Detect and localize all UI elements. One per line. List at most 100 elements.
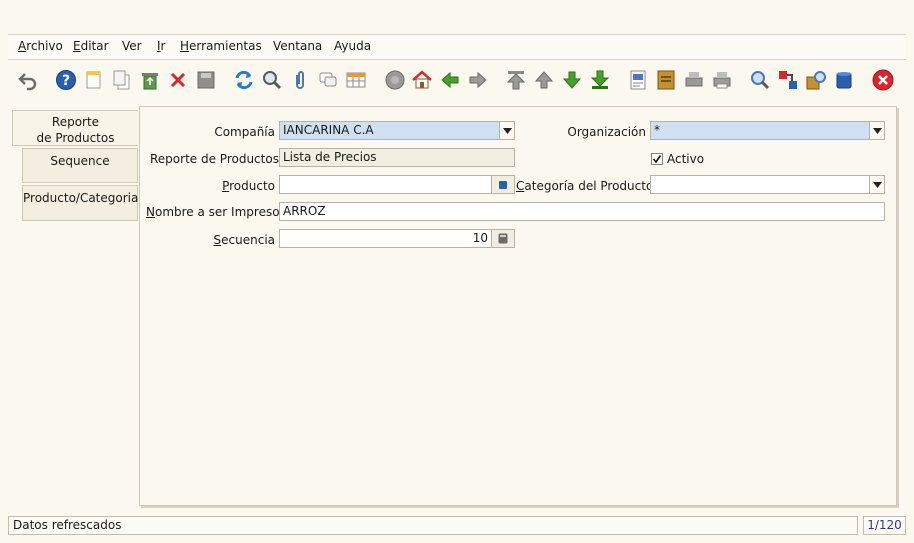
next-record-button[interactable] [560, 67, 584, 93]
organization-label: Organización [567, 125, 646, 139]
delete-x-icon [170, 72, 186, 88]
arrow-first-icon [506, 71, 526, 90]
category-dropdown-button[interactable] [869, 176, 884, 193]
refresh-button[interactable] [232, 67, 256, 93]
zoom-across-button[interactable] [748, 67, 772, 93]
tab-label: Producto/Categoria [23, 191, 139, 205]
category-label: Categoría del Producto [516, 179, 654, 193]
request-button[interactable] [776, 67, 800, 93]
home-button[interactable] [410, 67, 434, 93]
menu-ventana[interactable]: Ventana [273, 39, 322, 53]
end-button[interactable] [832, 67, 856, 93]
arrow-right-icon [469, 71, 487, 89]
history-icon [385, 70, 405, 90]
close-window-button[interactable] [871, 67, 895, 93]
detail-record-button[interactable] [466, 67, 490, 93]
calculator-button[interactable] [491, 230, 514, 247]
search-icon [263, 71, 282, 90]
arrow-down-icon [562, 71, 582, 89]
delete-button[interactable] [138, 67, 162, 93]
previous-record-button[interactable] [532, 67, 556, 93]
tab-label: de Productos [36, 131, 115, 145]
active-label: Activo [667, 152, 705, 166]
chevron-down-icon [872, 127, 882, 134]
company-label: Compañía [214, 125, 275, 139]
last-record-button[interactable] [588, 67, 612, 93]
undo-button[interactable] [16, 67, 40, 93]
delete-selection-button[interactable] [166, 67, 190, 93]
product-report-field[interactable]: Lista de Precios [279, 148, 515, 167]
workflow-icon [779, 71, 797, 89]
save-icon [197, 71, 215, 89]
menu-ver[interactable]: Ver [122, 39, 142, 53]
tab-label: Sequence [50, 154, 110, 168]
menu-ir[interactable]: Ir [157, 39, 165, 53]
record-count[interactable]: 1/120 [863, 516, 906, 535]
database-icon [836, 72, 852, 89]
product-info-button[interactable] [804, 67, 828, 93]
parent-record-button[interactable] [438, 67, 462, 93]
product-report-value: Lista de Precios [283, 150, 377, 164]
print-button[interactable] [710, 67, 734, 93]
menu-editar[interactable]: Editar [73, 39, 109, 53]
company-dropdown-button[interactable] [499, 122, 514, 139]
sequence-input[interactable]: 10 [279, 229, 515, 248]
archive-button[interactable] [654, 67, 678, 93]
history-button[interactable] [383, 67, 407, 93]
grid-toggle-button[interactable] [344, 67, 368, 93]
tab-producto-categoria[interactable]: Producto/Categoria [22, 185, 138, 221]
svg-text:?: ? [62, 73, 70, 89]
menu-ayuda[interactable]: Ayuda [334, 39, 371, 53]
archive-icon [657, 70, 675, 90]
report-icon [630, 70, 646, 90]
chevron-down-icon [872, 181, 882, 188]
tab-label: Reporte [51, 115, 100, 129]
print-name-input[interactable]: ARROZ [279, 202, 885, 221]
report-button[interactable] [626, 67, 650, 93]
printer-icon [713, 72, 731, 89]
zoom-across-icon [751, 71, 770, 90]
grid-icon [346, 72, 366, 88]
status-message: Datos refrescados [8, 516, 858, 535]
toolbar: ? [8, 62, 906, 100]
organization-select[interactable]: * [650, 121, 885, 140]
refresh-icon [235, 70, 253, 90]
save-button[interactable] [194, 67, 218, 93]
arrow-last-icon [590, 70, 610, 89]
sequence-value: 10 [472, 231, 488, 245]
menu-bar: Archivo Editar Ver Ir Herramientas Venta… [8, 34, 906, 60]
home-icon [412, 70, 432, 89]
company-value: IANCARINA C.A [283, 123, 374, 137]
copy-button[interactable] [110, 67, 134, 93]
help-icon: ? [56, 70, 76, 90]
product-report-label: Reporte de Productos [150, 152, 279, 166]
window-top [0, 0, 914, 34]
chat-icon [319, 72, 337, 87]
status-bar: Datos refrescados 1/120 [8, 516, 906, 536]
attachment-button[interactable] [288, 67, 312, 93]
first-record-button[interactable] [504, 67, 528, 93]
category-select[interactable] [650, 175, 885, 194]
lookup-icon [499, 180, 507, 189]
product-lookup-button[interactable] [491, 176, 514, 193]
tab-sequence[interactable]: Sequence [22, 148, 138, 183]
help-button[interactable]: ? [54, 67, 78, 93]
undo-icon [18, 73, 37, 91]
product-info-icon [806, 71, 826, 90]
product-search-field[interactable] [279, 175, 515, 194]
print-preview-button[interactable] [682, 67, 706, 93]
calculator-icon [498, 233, 508, 244]
new-record-icon [86, 71, 101, 89]
record-panel [139, 106, 897, 506]
close-icon [872, 69, 894, 91]
find-button[interactable] [260, 67, 284, 93]
new-button[interactable] [82, 67, 106, 93]
organization-dropdown-button[interactable] [869, 122, 884, 139]
active-checkbox[interactable] [651, 153, 663, 165]
menu-herramientas[interactable]: Herramientas [180, 39, 262, 53]
menu-archivo[interactable]: Archivo [18, 39, 63, 53]
tab-reporte-de-productos[interactable]: Reporte de Productos [12, 110, 138, 146]
chat-button[interactable] [316, 67, 340, 93]
copy-record-icon [113, 70, 130, 90]
company-select[interactable]: IANCARINA C.A [279, 121, 515, 140]
